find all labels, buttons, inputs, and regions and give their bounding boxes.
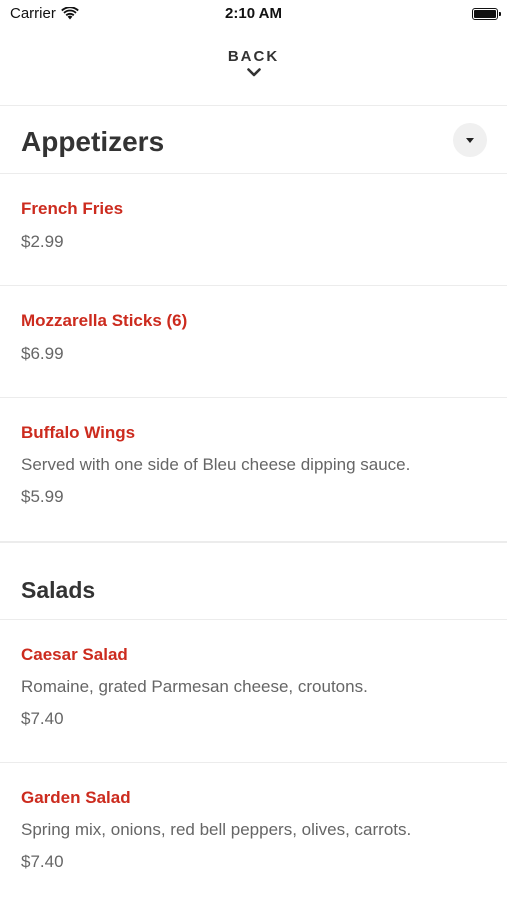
item-price: $6.99 [21,344,64,363]
menu-item[interactable]: Garden Salad Spring mix, onions, red bel… [0,763,507,900]
item-description: Romaine, grated Parmesan cheese, crouton… [21,677,368,696]
back-button[interactable]: BACK [0,30,507,106]
section-title: Salads [21,577,96,603]
caret-down-icon [466,137,474,143]
status-bar: Carrier 2:10 AM [0,0,507,30]
item-price: $7.40 [21,709,64,728]
item-price: $5.99 [21,487,64,506]
item-description: Served with one side of Bleu cheese dipp… [21,455,411,474]
menu-item[interactable]: French Fries $2.99 [0,174,507,286]
menu-section-appetizers: Appetizers French Fries $2.99 Mozzarella… [0,106,507,542]
item-name: Mozzarella Sticks (6) [21,311,188,330]
item-name: Garden Salad [21,788,131,807]
menu-item[interactable]: Buffalo Wings Served with one side of Bl… [0,398,507,542]
section-title: Appetizers [21,126,165,157]
menu-section-salads: Salads Caesar Salad Romaine, grated Parm… [0,542,507,900]
battery-icon [472,8,501,20]
section-header: Salads [0,542,507,620]
back-label: BACK [227,48,280,65]
item-name: Buffalo Wings [21,423,136,442]
menu-item[interactable]: Mozzarella Sticks (6) $6.99 [0,286,507,398]
chevron-down-icon [246,68,261,77]
item-price: $7.40 [21,852,64,871]
item-name: Caesar Salad [21,645,128,664]
section-header: Appetizers [0,106,507,174]
menu-item[interactable]: Caesar Salad Romaine, grated Parmesan ch… [0,620,507,763]
item-price: $2.99 [21,232,64,251]
item-description: Spring mix, onions, red bell peppers, ol… [21,820,412,839]
item-name: French Fries [21,199,124,218]
status-time: 2:10 AM [225,5,282,22]
collapse-section-button[interactable] [453,123,487,157]
